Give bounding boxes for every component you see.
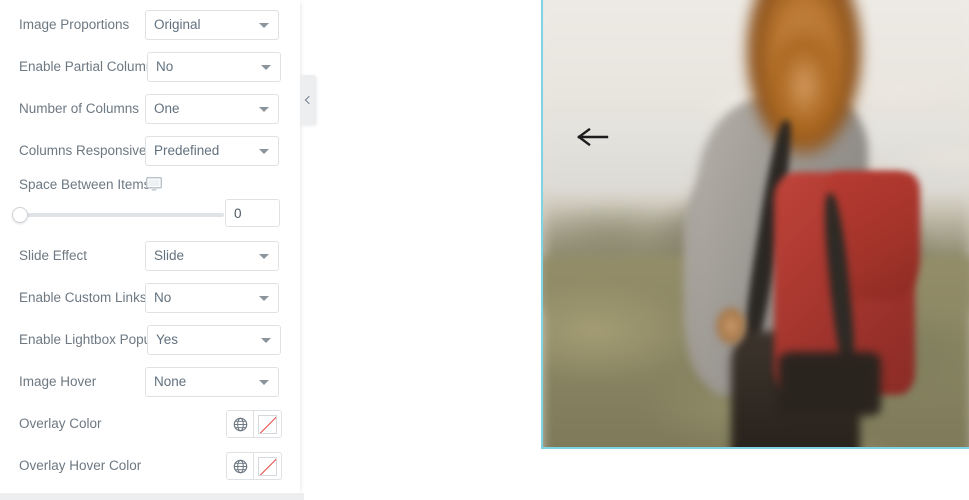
field-row-enable-lightbox-popup: Enable Lightbox Popup Yes [0,319,300,361]
select-number-of-columns[interactable]: One [145,94,279,124]
field-row-enable-custom-links: Enable Custom Links No [0,277,300,319]
globe-icon [233,459,247,473]
slide-image [543,0,969,447]
select-enable-partial-columns[interactable]: No [147,52,281,82]
field-label-overlay-hover-color: Overlay Hover Color [19,458,142,473]
no-color-swatch [258,414,277,434]
field-label-image-hover: Image Hover [19,374,97,389]
field-row-image-hover: Image Hover None [0,361,300,403]
chevron-down-icon [259,296,269,301]
panel-collapse-button[interactable] [300,75,316,125]
field-label-image-proportions: Image Proportions [19,17,130,32]
field-label-enable-lightbox-popup: Enable Lightbox Popup [19,332,159,347]
select-value-number-of-columns: One [154,101,180,116]
select-image-hover[interactable]: None [145,367,279,397]
field-row-space-between-items: Space Between Items [0,172,300,198]
field-label-enable-partial-columns: Enable Partial Columns [19,59,161,74]
chevron-down-icon [261,338,271,343]
field-row-slide-effect: Slide Effect Slide [0,235,300,277]
prev-slide-arrow[interactable] [577,122,611,152]
chevron-down-icon [259,380,269,385]
color-group-overlay-color [226,410,282,438]
space-between-items-input[interactable] [225,199,280,227]
app-root: Image Proportions Original Enable Partia… [0,0,969,500]
field-label-slide-effect: Slide Effect [19,248,88,263]
select-enable-custom-links[interactable]: No [145,283,279,313]
select-image-proportions[interactable]: Original [145,10,279,40]
color-group-overlay-hover-color [226,452,282,480]
arrow-left-icon [577,127,609,147]
no-color-swatch [258,456,277,476]
field-row-overlay-hover-color: Overlay Hover Color [0,445,300,487]
field-row-overlay-color: Overlay Color [0,403,300,445]
field-label-columns-responsive: Columns Responsive [19,143,147,158]
chevron-left-icon [304,95,314,105]
panel-footer [0,493,304,500]
overlay-hover-color-swatch-button[interactable] [254,452,282,480]
overlay-hover-color-globe-button[interactable] [226,452,254,480]
globe-icon [233,417,247,431]
field-row-enable-partial-columns: Enable Partial Columns No [0,46,300,88]
select-enable-lightbox-popup[interactable]: Yes [147,325,281,355]
select-slide-effect[interactable]: Slide [145,241,279,271]
select-value-enable-lightbox-popup: Yes [156,332,179,347]
field-row-columns-responsive: Columns Responsive Predefined [0,130,300,172]
chevron-down-icon [259,23,269,28]
chevron-down-icon [261,65,271,70]
chevron-down-icon [259,254,269,259]
field-label-number-of-columns: Number of Columns [19,101,140,116]
slider-handle[interactable] [12,207,28,223]
chevron-down-icon [259,107,269,112]
field-row-number-of-columns: Number of Columns One [0,88,300,130]
field-label-space-between-items: Space Between Items [19,177,151,192]
select-value-slide-effect: Slide [154,248,185,263]
field-row-image-proportions: Image Proportions Original [0,4,300,46]
field-label-enable-custom-links: Enable Custom Links [19,290,147,305]
select-columns-responsive[interactable]: Predefined [145,136,279,166]
slider-track[interactable] [12,213,224,217]
select-value-enable-partial-columns: No [156,59,174,74]
monitor-icon[interactable] [145,176,163,191]
select-value-image-hover: None [154,374,187,389]
overlay-color-swatch-button[interactable] [254,410,282,438]
select-value-image-proportions: Original [154,17,201,32]
chevron-down-icon [259,149,269,154]
slider-preview-stage[interactable] [541,0,969,449]
select-value-enable-custom-links: No [154,290,172,305]
select-value-columns-responsive: Predefined [154,143,220,158]
settings-panel: Image Proportions Original Enable Partia… [0,0,300,493]
field-label-overlay-color: Overlay Color [19,416,102,431]
overlay-color-globe-button[interactable] [226,410,254,438]
slider-space-between-items[interactable] [12,201,224,227]
